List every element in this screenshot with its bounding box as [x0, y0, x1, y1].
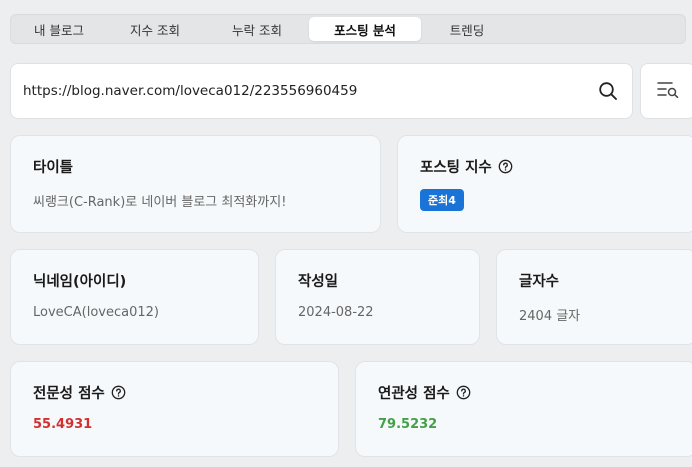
title-value: 씨랭크(C-Rank)로 네이버 블로그 최적화까지!: [33, 195, 287, 210]
relevance-value: 79.5232: [378, 417, 438, 432]
search-icon[interactable]: [596, 79, 620, 103]
relevance-card: 연관성 점수 79.5232: [355, 361, 692, 457]
date-value: 2024-08-22: [298, 305, 374, 320]
tab-index-lookup[interactable]: 지수 조회: [105, 17, 205, 41]
list-search-button[interactable]: [640, 63, 692, 119]
posting-index-card: 포스팅 지수 준최4: [397, 135, 692, 233]
date-label: 작성일: [298, 274, 339, 290]
help-icon[interactable]: [111, 385, 126, 400]
title-label: 타이틀: [33, 160, 74, 176]
expertise-card: 전문성 점수 55.4931: [10, 361, 339, 457]
list-search-icon: [657, 80, 679, 102]
help-icon[interactable]: [456, 385, 471, 400]
expertise-value: 55.4931: [33, 417, 93, 432]
posting-index-title: 포스팅 지수: [420, 156, 674, 177]
tab-posting-analysis[interactable]: 포스팅 분석: [309, 17, 421, 41]
tab-trending[interactable]: 트렌딩: [423, 17, 511, 41]
date-card: 작성일 2024-08-22: [275, 249, 480, 345]
help-icon[interactable]: [498, 159, 513, 174]
chars-card: 글자수 2404 글자: [496, 249, 692, 345]
tab-my-blog[interactable]: 내 블로그: [15, 17, 103, 41]
nickname-label: 닉네임(아이디): [33, 274, 127, 290]
tab-missing-lookup[interactable]: 누락 조회: [207, 17, 307, 41]
nickname-card: 닉네임(아이디) LoveCA(loveca012): [10, 249, 259, 345]
search-bar: [10, 63, 633, 119]
nickname-value: LoveCA(loveca012): [33, 305, 159, 320]
chars-value: 2404 글자: [519, 309, 581, 324]
chars-label: 글자수: [519, 274, 560, 290]
tab-bar: 내 블로그 지수 조회 누락 조회 포스팅 분석 트렌딩: [10, 14, 686, 44]
title-card: 타이틀 씨랭크(C-Rank)로 네이버 블로그 최적화까지!: [10, 135, 381, 233]
posting-index-badge: 준최4: [420, 189, 464, 211]
posting-index-label: 포스팅 지수: [420, 160, 492, 176]
relevance-title: 연관성 점수: [378, 382, 674, 403]
expertise-label: 전문성 점수: [33, 386, 105, 402]
expertise-title: 전문성 점수: [33, 382, 316, 403]
url-input[interactable]: [23, 83, 596, 99]
relevance-label: 연관성 점수: [378, 386, 450, 402]
